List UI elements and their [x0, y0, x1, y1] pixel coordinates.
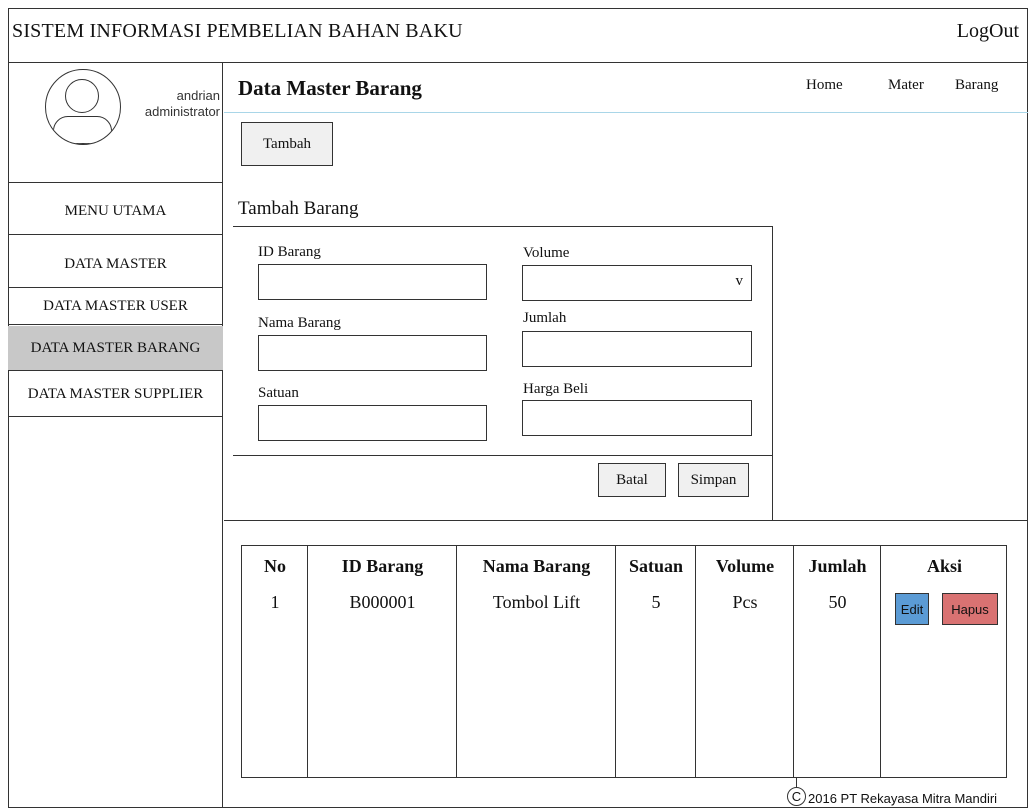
avatar-icon — [45, 69, 121, 145]
sidebar-item-menu-utama[interactable]: MENU UTAMA — [8, 190, 223, 232]
nama-barang-input[interactable] — [258, 335, 487, 371]
volume-label: Volume — [523, 245, 570, 261]
harga-beli-label: Harga Beli — [523, 381, 589, 397]
column-header-aksi: Aksi — [926, 556, 962, 576]
page-title: Data Master Barang — [238, 76, 422, 100]
table-cell-no: 1 — [270, 592, 280, 612]
sidebar-item-data-master-user[interactable]: DATA MASTER USER — [8, 288, 223, 324]
avatar-body — [53, 116, 112, 144]
copyright-icon: C — [787, 787, 806, 806]
header-rule — [224, 112, 1028, 113]
column-header-nama-barang: Nama Barang — [482, 556, 591, 576]
satuan-input[interactable] — [258, 405, 487, 441]
table-column-divider — [793, 545, 794, 778]
cancel-button[interactable]: Batal — [598, 463, 666, 497]
column-header-jumlah: Jumlah — [808, 556, 867, 576]
app-title: SISTEM INFORMASI PEMBELIAN BAHAN BAKU — [12, 20, 463, 42]
jumlah-input[interactable] — [522, 331, 752, 367]
column-header-satuan: Satuan — [628, 556, 684, 576]
footer-copyright: 2016 PT Rekayasa Mitra Mandiri — [808, 791, 998, 806]
table-column-divider — [307, 545, 308, 778]
table-cell-id-barang: B000001 — [349, 592, 416, 612]
sidebar-divider — [8, 234, 223, 235]
logout-link[interactable]: LogOut — [957, 20, 1019, 43]
avatar-head — [65, 79, 99, 113]
id-barang-input[interactable] — [258, 264, 487, 300]
table-cell-volume: Pcs — [732, 592, 758, 612]
sidebar-divider — [8, 182, 223, 183]
user-name: andrian — [176, 88, 220, 103]
sidebar-divider — [8, 416, 223, 417]
column-header-volume: Volume — [715, 556, 775, 576]
save-button[interactable]: Simpan — [678, 463, 749, 497]
table-column-divider — [695, 545, 696, 778]
sidebar-item-data-master[interactable]: DATA MASTER — [8, 242, 223, 286]
column-header-id-barang: ID Barang — [341, 556, 424, 576]
jumlah-label: Jumlah — [523, 310, 567, 326]
harga-beli-input[interactable] — [522, 400, 752, 436]
volume-select[interactable]: v — [522, 265, 752, 301]
breadcrumb-master[interactable]: Mater — [888, 77, 924, 94]
nama-barang-label: Nama Barang — [258, 315, 341, 331]
add-button[interactable]: Tambah — [241, 122, 333, 166]
items-table — [241, 545, 1007, 778]
table-cell-jumlah: 50 — [828, 592, 847, 612]
column-header-no: No — [264, 556, 286, 576]
form-footer-divider — [233, 455, 773, 456]
table-column-divider — [880, 545, 881, 778]
form-title: Tambah Barang — [238, 198, 359, 219]
breadcrumb-home[interactable]: Home — [806, 77, 843, 94]
satuan-label: Satuan — [258, 385, 299, 401]
sidebar — [8, 63, 223, 808]
edit-button[interactable]: Edit — [895, 593, 929, 625]
chevron-down-icon[interactable]: v — [736, 273, 744, 290]
table-cell-satuan: 5 — [651, 592, 661, 612]
breadcrumb-barang[interactable]: Barang — [955, 77, 998, 94]
table-column-divider — [456, 545, 457, 778]
delete-button[interactable]: Hapus — [942, 593, 998, 625]
user-role: administrator — [144, 104, 220, 119]
id-barang-label: ID Barang — [258, 244, 321, 260]
sidebar-divider — [8, 370, 223, 371]
sidebar-divider — [8, 324, 223, 325]
table-cell-nama-barang: Tombol Lift — [492, 592, 581, 612]
sidebar-item-data-master-barang[interactable]: DATA MASTER BARANG — [8, 326, 223, 370]
sidebar-item-data-master-supplier[interactable]: DATA MASTER SUPPLIER — [8, 372, 223, 416]
section-divider — [224, 520, 1028, 521]
table-column-divider — [615, 545, 616, 778]
